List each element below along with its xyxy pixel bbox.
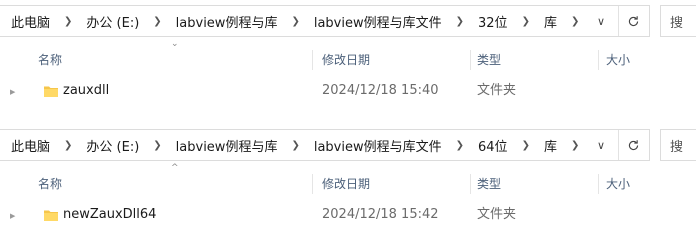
breadcrumb-separator-icon[interactable]: ❯ [280, 140, 310, 151]
address-history-dropdown-icon[interactable]: ∨ [588, 6, 614, 36]
column-divider[interactable] [470, 174, 471, 194]
breadcrumb-folder[interactable]: 64位 [475, 136, 511, 155]
file-date: 2024/12/18 15:40 [322, 83, 439, 98]
column-divider[interactable] [470, 50, 471, 70]
column-header-date[interactable]: 修改日期 [322, 172, 472, 196]
address-bar[interactable]: 此电脑 ❯ 办公 (E:) ❯ labview例程与库 ❯ labview例程与… [0, 129, 650, 161]
breadcrumb-folder[interactable]: labview例程与库 [173, 136, 281, 155]
column-header-row: 名称 ⌄ 修改日期 类型 大小 [0, 39, 696, 72]
column-divider[interactable] [598, 50, 599, 70]
folder-icon [43, 207, 59, 223]
breadcrumb-separator-icon[interactable]: ❯ [560, 16, 590, 27]
breadcrumb-this-pc[interactable]: 此电脑 [8, 136, 53, 155]
refresh-button[interactable] [618, 130, 648, 160]
refresh-icon [628, 15, 639, 26]
column-divider[interactable] [312, 174, 313, 194]
breadcrumb-separator-icon[interactable]: ❯ [511, 140, 541, 151]
column-header-name[interactable]: 名称 [38, 172, 308, 196]
breadcrumb-folder[interactable]: 32位 [475, 12, 511, 31]
breadcrumb: 此电脑 ❯ 办公 (E:) ❯ labview例程与库 ❯ labview例程与… [8, 6, 590, 36]
explorer-pane-64bit: 此电脑 ❯ 办公 (E:) ❯ labview例程与库 ❯ labview例程与… [0, 124, 696, 245]
expand-arrow-icon[interactable]: ▶ [10, 88, 15, 96]
address-bar[interactable]: 此电脑 ❯ 办公 (E:) ❯ labview例程与库 ❯ labview例程与… [0, 5, 650, 37]
breadcrumb-drive[interactable]: 办公 (E:) [83, 136, 142, 155]
breadcrumb-folder[interactable]: labview例程与库文件 [311, 136, 445, 155]
column-header-date[interactable]: 修改日期 [322, 48, 472, 72]
sort-indicator-icon: ^ [171, 163, 179, 173]
explorer-pane-32bit: 此电脑 ❯ 办公 (E:) ❯ labview例程与库 ❯ labview例程与… [0, 0, 696, 122]
column-header-type[interactable]: 类型 [477, 172, 597, 196]
address-history-dropdown-icon[interactable]: ∨ [588, 130, 614, 160]
expand-arrow-icon[interactable]: ▶ [10, 212, 15, 220]
file-type: 文件夹 [477, 207, 517, 222]
breadcrumb: 此电脑 ❯ 办公 (E:) ❯ labview例程与库 ❯ labview例程与… [8, 130, 590, 160]
breadcrumb-current[interactable]: 库 [541, 12, 560, 31]
breadcrumb-separator-icon[interactable]: ❯ [280, 16, 310, 27]
column-divider[interactable] [598, 174, 599, 194]
breadcrumb-separator-icon[interactable]: ❯ [53, 16, 83, 27]
breadcrumb-drive[interactable]: 办公 (E:) [83, 12, 142, 31]
search-input[interactable]: 搜 [660, 129, 696, 161]
breadcrumb-separator-icon[interactable]: ❯ [142, 140, 172, 151]
file-date: 2024/12/18 15:42 [322, 207, 439, 222]
file-type: 文件夹 [477, 83, 517, 98]
file-row[interactable]: ▶ newZauxDll64 2024/12/18 15:42 文件夹 [0, 204, 696, 230]
breadcrumb-separator-icon[interactable]: ❯ [560, 140, 590, 151]
file-name: newZauxDll64 [63, 207, 157, 222]
column-header-size[interactable]: 大小 [606, 172, 696, 196]
breadcrumb-current[interactable]: 库 [541, 136, 560, 155]
search-input[interactable]: 搜 [660, 5, 696, 37]
column-header-type[interactable]: 类型 [477, 48, 597, 72]
breadcrumb-separator-icon[interactable]: ❯ [445, 140, 475, 151]
sort-indicator-icon: ⌄ [171, 39, 179, 49]
refresh-button[interactable] [618, 6, 648, 36]
column-header-size[interactable]: 大小 [606, 48, 696, 72]
refresh-icon [628, 139, 639, 150]
column-header-row: 名称 ^ 修改日期 类型 大小 [0, 163, 696, 196]
breadcrumb-folder[interactable]: labview例程与库文件 [311, 12, 445, 31]
file-row[interactable]: ▶ zauxdll 2024/12/18 15:40 文件夹 [0, 80, 696, 106]
file-name: zauxdll [63, 83, 110, 98]
breadcrumb-separator-icon[interactable]: ❯ [53, 140, 83, 151]
breadcrumb-separator-icon[interactable]: ❯ [511, 16, 541, 27]
column-divider[interactable] [312, 50, 313, 70]
breadcrumb-separator-icon[interactable]: ❯ [445, 16, 475, 27]
breadcrumb-this-pc[interactable]: 此电脑 [8, 12, 53, 31]
breadcrumb-folder[interactable]: labview例程与库 [173, 12, 281, 31]
folder-icon [43, 83, 59, 99]
breadcrumb-separator-icon[interactable]: ❯ [142, 16, 172, 27]
column-header-name[interactable]: 名称 [38, 48, 308, 72]
